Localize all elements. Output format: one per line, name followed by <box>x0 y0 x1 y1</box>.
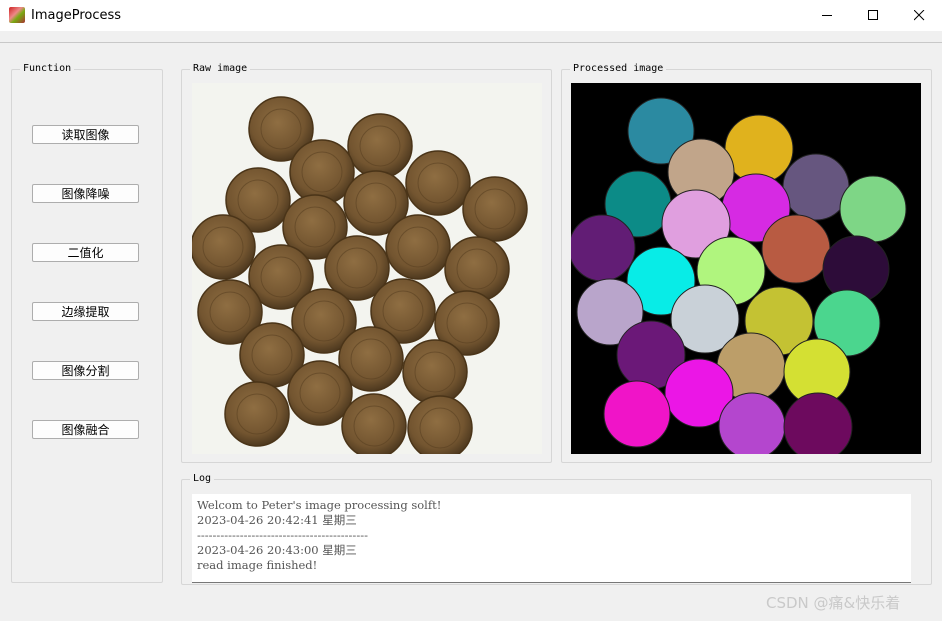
segmented-coins <box>571 97 907 454</box>
close-button[interactable] <box>896 0 942 31</box>
log-line: ----------------------------------------… <box>197 528 368 542</box>
log-line: read image finished! <box>197 558 318 572</box>
raw-image-group: Raw image <box>181 63 552 463</box>
maximize-icon <box>867 10 878 20</box>
function-group-title: Function <box>20 63 75 74</box>
app-icon <box>9 7 25 23</box>
processed-image-title: Processed image <box>570 63 667 74</box>
window-title: ImageProcess <box>31 8 122 23</box>
raw-image <box>192 83 542 454</box>
minimize-button[interactable] <box>804 0 850 31</box>
fusion-button[interactable]: 图像融合 <box>32 420 139 439</box>
edge-extract-button[interactable]: 边缘提取 <box>32 302 139 321</box>
log-line: 2023-04-26 20:43:00 星期三 <box>197 543 357 557</box>
read-image-button[interactable]: 读取图像 <box>32 125 139 144</box>
log-title: Log <box>190 473 215 484</box>
processed-image-group: Processed image <box>561 63 932 463</box>
denoise-button[interactable]: 图像降噪 <box>32 184 139 203</box>
coins-photo <box>192 96 528 454</box>
processed-image <box>571 83 921 454</box>
log-line: 2023-04-26 20:42:41 星期三 <box>197 513 357 527</box>
title-bar: ImageProcess <box>0 0 942 31</box>
function-group: Function 读取图像 图像降噪 二值化 边缘提取 图像分割 图像融合 <box>11 63 163 583</box>
log-textarea[interactable]: Welcom to Peter's image processing solft… <box>192 494 911 583</box>
minimize-icon <box>821 15 832 16</box>
close-icon <box>913 10 924 21</box>
log-line: Welcom to Peter's image processing solft… <box>197 498 442 512</box>
maximize-button[interactable] <box>850 0 896 31</box>
watermark: CSDN @痛&快乐着 <box>766 594 901 612</box>
binarize-button[interactable]: 二值化 <box>32 243 139 262</box>
log-group: Log Welcom to Peter's image processing s… <box>181 473 932 585</box>
raw-image-title: Raw image <box>190 63 251 74</box>
menu-bar <box>0 31 942 43</box>
segment-button[interactable]: 图像分割 <box>32 361 139 380</box>
